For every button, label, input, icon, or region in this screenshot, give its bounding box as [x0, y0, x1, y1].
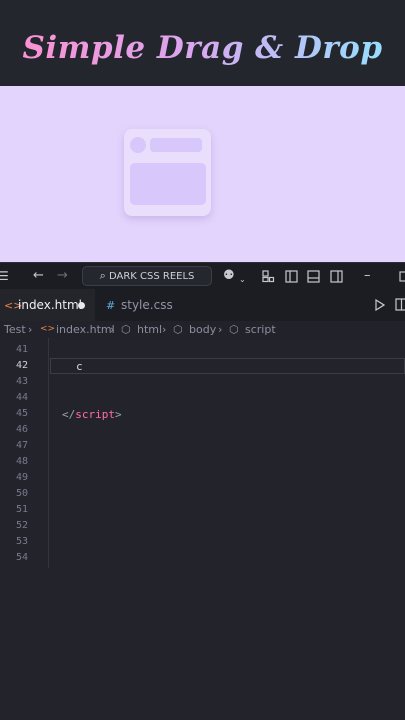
customize-layout-icon[interactable] [262, 270, 275, 283]
line-number: 47 [15, 440, 28, 451]
line-number: 51 [15, 504, 28, 515]
chevron-down-icon[interactable]: ⌄ [239, 271, 246, 289]
toggle-panel-icon[interactable] [307, 270, 320, 283]
menu-icon[interactable]: ☰ [0, 267, 9, 285]
line-number: 41 [15, 344, 28, 355]
chevron-right-icon: › [218, 323, 223, 336]
line-number: 54 [15, 552, 28, 563]
back-arrow-icon[interactable]: ← [33, 267, 44, 285]
tag-bracket: > [115, 408, 122, 421]
tab-label: style.css [121, 298, 173, 312]
breadcrumb-html[interactable]: html [137, 322, 162, 337]
html-file-icon: <> [40, 324, 56, 334]
line-number: 45 [15, 408, 28, 419]
screen: Simple Drag & Drop ☰ ← → ⌕ DARK CSS REEL… [0, 0, 405, 720]
run-icon[interactable] [374, 299, 385, 311]
css-file-icon: # [106, 299, 116, 312]
line-number: 42 [15, 360, 28, 371]
line-number: 48 [15, 456, 28, 467]
breadcrumb: Test › <> index.html › ⬡ html › ⬡ body ›… [0, 321, 405, 338]
editor-tabs: <> index.html # style.css [0, 289, 405, 321]
split-editor-icon[interactable] [395, 298, 405, 311]
element-cube-icon: ⬡ [121, 323, 131, 336]
card-title-placeholder [150, 138, 202, 152]
line-number: 44 [15, 392, 28, 403]
command-search-box[interactable]: ⌕ DARK CSS REELS [82, 266, 212, 286]
element-cube-icon: ⬡ [229, 323, 239, 336]
tab-style-css[interactable]: # style.css [97, 289, 195, 321]
line-number: 49 [15, 472, 28, 483]
tag-name: script [75, 408, 115, 421]
line-number: 43 [15, 376, 28, 387]
card-avatar-placeholder [130, 137, 146, 153]
line-number: 50 [15, 488, 28, 499]
code-current-text: c [76, 360, 83, 373]
search-icon: ⌕ [99, 269, 106, 282]
editor-title-bar: ☰ ← → ⌕ DARK CSS REELS ⚉ ⌄ – [0, 262, 405, 289]
code-editor[interactable]: 41 42 43 44 45 46 47 48 49 50 51 52 53 5… [0, 338, 405, 720]
line-number: 53 [15, 536, 28, 547]
tab-label: index.html [18, 298, 82, 312]
forward-arrow-icon[interactable]: → [57, 267, 68, 285]
chevron-right-icon: › [162, 323, 167, 336]
card-body-placeholder [130, 163, 206, 205]
search-label: DARK CSS REELS [108, 271, 195, 282]
video-title: Simple Drag & Drop [0, 30, 405, 66]
breadcrumb-folder[interactable]: Test [4, 322, 26, 337]
copilot-icon[interactable]: ⚉ [223, 267, 235, 285]
current-line-highlight [50, 358, 405, 374]
script-closing-tag: </script> [62, 408, 122, 421]
draggable-card[interactable] [124, 129, 211, 216]
tag-bracket: </ [62, 408, 76, 421]
toggle-sidebar-icon[interactable] [285, 270, 298, 283]
title-band: Simple Drag & Drop [0, 0, 405, 86]
line-number: 46 [15, 424, 28, 435]
element-cube-icon: ⬡ [173, 323, 183, 336]
indent-guide [48, 338, 49, 568]
maximize-icon[interactable] [399, 271, 405, 282]
toggle-secondary-sidebar-icon[interactable] [330, 270, 343, 283]
breadcrumb-file[interactable]: index.html [56, 322, 115, 337]
tab-index-html[interactable]: <> index.html [0, 289, 95, 321]
breadcrumb-script[interactable]: script [245, 322, 276, 337]
unsaved-dot-icon[interactable] [78, 302, 85, 309]
minimize-icon[interactable]: – [364, 267, 371, 285]
chevron-right-icon: › [110, 323, 115, 336]
line-number: 52 [15, 520, 28, 531]
chevron-right-icon: › [28, 323, 33, 336]
breadcrumb-body[interactable]: body [189, 322, 216, 337]
